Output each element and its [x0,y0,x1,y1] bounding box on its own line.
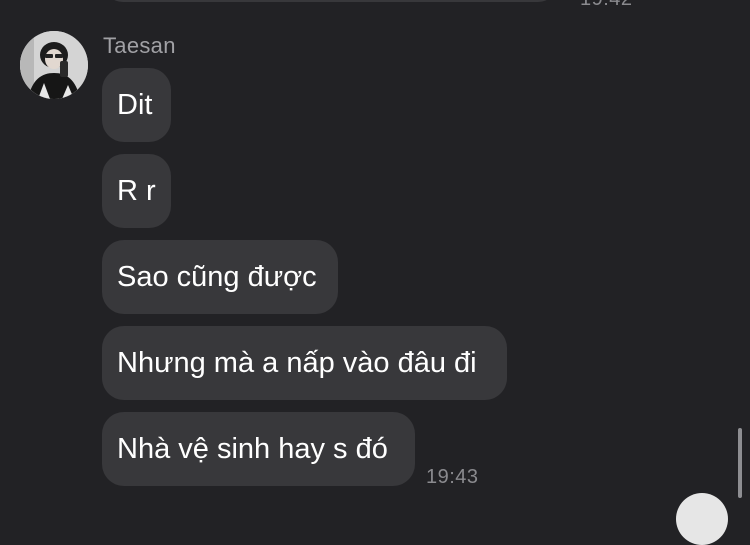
scroll-to-bottom-button[interactable] [676,493,728,545]
message-bubble[interactable]: Nhà vệ sinh hay s đó [102,412,415,486]
message-bubble[interactable]: R r [102,154,171,228]
sender-name: Taesan [103,33,176,58]
message-bubble[interactable]: Nhưng mà a nấp vào đâu đi [102,326,507,400]
message-timestamp: 19:43 [426,466,479,488]
message-bubble[interactable]: Dit [102,68,171,142]
avatar-photo-icon [20,31,88,99]
previous-message-timestamp: 19:42 [580,0,633,11]
scrollbar-thumb[interactable] [738,428,742,498]
previous-message-bubble[interactable] [103,0,558,2]
message-bubble[interactable]: Sao cũng được [102,240,338,314]
avatar[interactable] [20,31,88,99]
